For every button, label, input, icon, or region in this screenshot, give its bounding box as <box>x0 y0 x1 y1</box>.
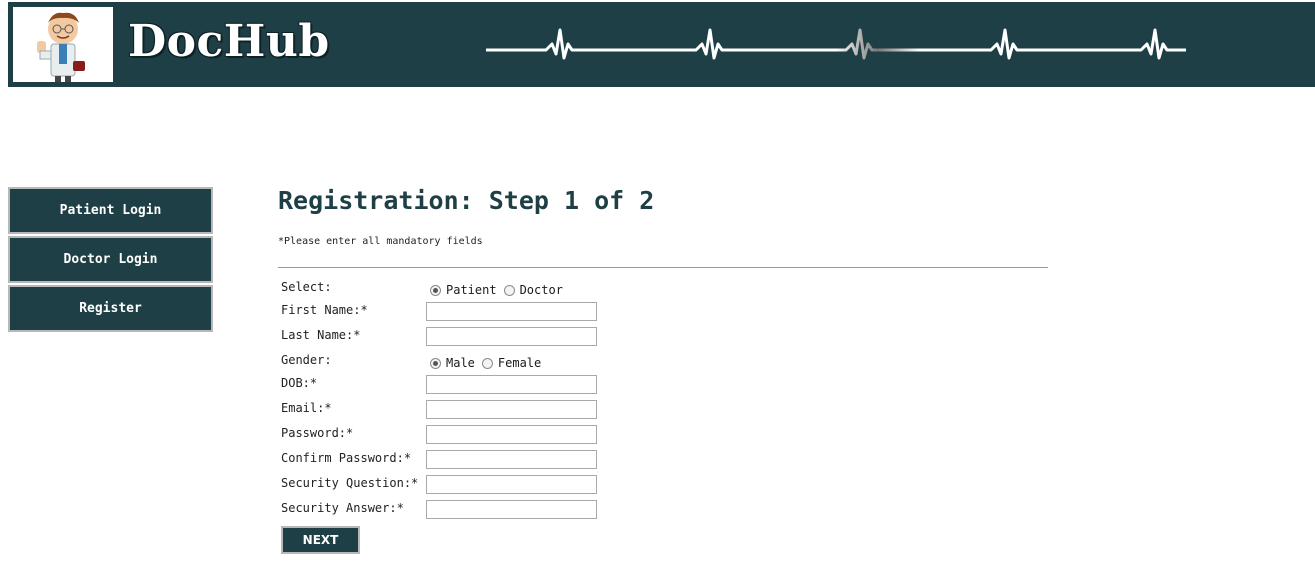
dob-label: DOB:* <box>281 376 318 390</box>
last-name-label: Last Name:* <box>281 328 361 342</box>
security-answer-label: Security Answer:* <box>281 501 404 515</box>
select-label: Select: <box>281 280 332 294</box>
doctor-login-button[interactable]: Doctor Login <box>8 236 213 283</box>
security-question-label: Security Question:* <box>281 476 419 490</box>
gender-label: Gender: <box>281 353 332 367</box>
doctor-logo <box>13 7 113 82</box>
patient-radio[interactable] <box>430 284 441 296</box>
doctor-radio-label: Doctor <box>519 283 563 297</box>
brand-title: DocHub <box>128 16 330 67</box>
divider <box>278 267 1048 268</box>
header-banner: DocHub <box>8 2 1315 87</box>
doctor-radio[interactable] <box>503 284 515 296</box>
female-radio[interactable] <box>481 357 493 369</box>
page-title: Registration: Step 1 of 2 <box>278 186 655 215</box>
sidebar-nav: Patient Login Doctor Login Register <box>8 187 213 334</box>
email-field[interactable] <box>426 400 597 419</box>
password-label: Password:* <box>281 426 354 440</box>
male-radio[interactable] <box>430 357 441 369</box>
patient-login-button[interactable]: Patient Login <box>8 187 213 234</box>
password-field[interactable] <box>426 425 597 444</box>
confirm-password-label: Confirm Password:* <box>281 451 412 465</box>
confirm-password-field[interactable] <box>426 450 597 469</box>
last-name-field[interactable] <box>426 327 597 346</box>
security-question-field[interactable] <box>426 475 597 494</box>
next-button[interactable]: NEXT <box>281 526 360 554</box>
heartbeat-icon <box>486 28 1186 60</box>
female-radio-label: Female <box>497 356 542 370</box>
patient-radio-label: Patient <box>446 283 497 297</box>
security-answer-field[interactable] <box>426 500 597 519</box>
user-type-radio-group: Patient Doctor <box>430 283 570 297</box>
dob-field[interactable] <box>426 375 597 394</box>
first-name-field[interactable] <box>426 302 597 321</box>
first-name-label: First Name:* <box>281 303 368 317</box>
male-radio-label: Male <box>446 356 475 370</box>
doctor-icon <box>37 12 85 82</box>
mandatory-note: *Please enter all mandatory fields <box>278 236 483 247</box>
email-label: Email:* <box>281 401 332 415</box>
register-button[interactable]: Register <box>8 285 213 332</box>
gender-radio-group: Male Female <box>430 356 548 370</box>
